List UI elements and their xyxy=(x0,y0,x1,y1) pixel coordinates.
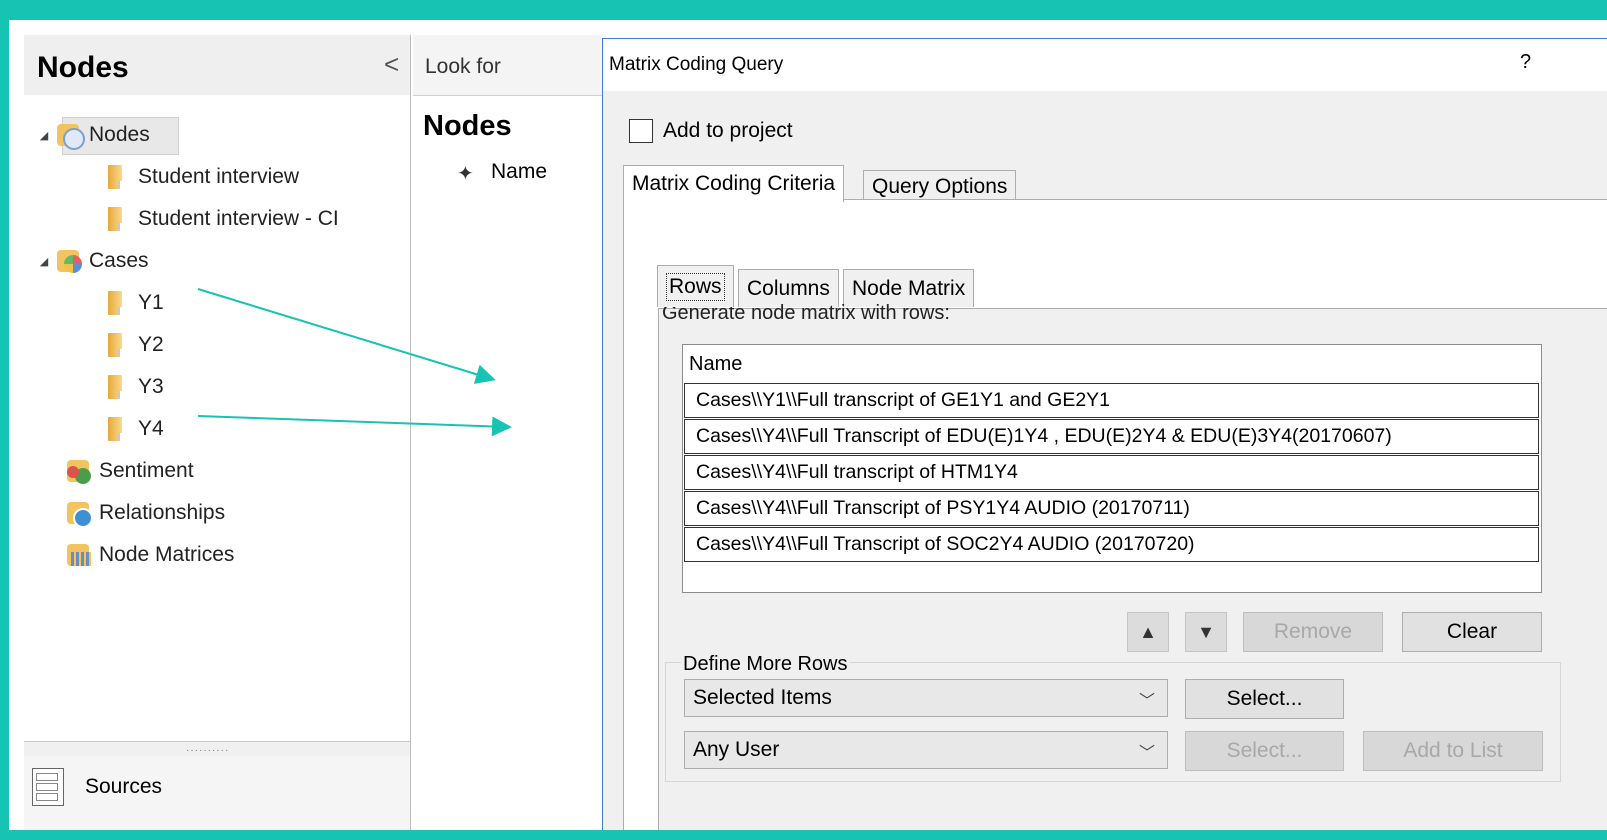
nav-title: Nodes xyxy=(37,51,129,84)
tree-item-y3[interactable]: Y3 xyxy=(108,369,164,405)
tree-item-cases[interactable]: ◢ Cases xyxy=(37,243,149,279)
look-for-bar[interactable]: Look for xyxy=(413,35,603,96)
move-up-button[interactable]: ▲ xyxy=(1127,612,1169,652)
screenshot-frame: Nodes < ◢ Nodes Student interview Studen… xyxy=(9,20,1607,830)
tree-item-label: Y4 xyxy=(138,417,164,440)
tree-item-y2[interactable]: Y2 xyxy=(108,327,164,363)
node-matrices-icon xyxy=(67,544,91,566)
list-item[interactable]: Cases\\Y4\\Full Transcript of PSY1Y4 AUD… xyxy=(684,491,1539,526)
relationships-icon xyxy=(67,502,93,528)
items-combobox[interactable]: Selected Items ﹀ xyxy=(684,679,1168,717)
tree-item-label: Student interview - CI xyxy=(138,207,339,230)
tree-item-label: Student interview xyxy=(138,165,300,188)
tree-item-node-matrices[interactable]: Node Matrices xyxy=(67,537,234,573)
tab-matrix-coding-criteria[interactable]: Matrix Coding Criteria xyxy=(623,165,845,202)
checkbox-box[interactable] xyxy=(629,119,653,143)
list-header-name[interactable]: Name xyxy=(689,353,742,376)
dialog-titlebar: Matrix Coding Query ? xyxy=(603,39,1607,91)
tree-item-relationships[interactable]: Relationships xyxy=(67,495,225,531)
tree-item-label: Cases xyxy=(89,249,149,272)
tree-item-label: Y2 xyxy=(138,333,164,356)
tab-label: Rows xyxy=(666,272,725,301)
define-more-rows-label: Define More Rows xyxy=(681,653,850,676)
dialog-title: Matrix Coding Query xyxy=(609,54,784,75)
tree-item-label: Y1 xyxy=(138,291,164,314)
chevron-down-icon: ﹀ xyxy=(1138,693,1155,710)
column-label: Name xyxy=(491,160,548,183)
tree-item-student-interview[interactable]: Student interview xyxy=(108,159,299,195)
tree-item-label: Relationships xyxy=(99,501,226,524)
name-column-header[interactable]: ✦ Name xyxy=(457,160,548,185)
list-item[interactable]: Cases\\Y4\\Full Transcript of SOC2Y4 AUD… xyxy=(684,527,1539,562)
sparkle-icon: ✦ xyxy=(457,163,474,185)
cases-icon xyxy=(57,250,82,273)
folder-icon xyxy=(108,165,126,189)
list-view-title: Nodes xyxy=(423,110,512,142)
splitter-grip-icon: ·········· xyxy=(186,745,230,756)
add-to-list-button[interactable]: Add to List xyxy=(1363,731,1543,771)
tab-query-options[interactable]: Query Options xyxy=(863,170,1017,202)
arrow-down-icon: ▼ xyxy=(1197,621,1215,642)
select-button[interactable]: Select... xyxy=(1185,679,1344,719)
move-down-button[interactable]: ▼ xyxy=(1185,612,1227,652)
expand-arrow-icon[interactable]: ◢ xyxy=(37,129,51,142)
sentiment-icon xyxy=(67,460,91,484)
chevron-down-icon: ﹀ xyxy=(1138,745,1155,762)
sources-cabinet-icon xyxy=(32,768,64,806)
add-to-project-checkbox[interactable]: Add to project xyxy=(629,119,793,143)
tree-item-label: Node Matrices xyxy=(99,543,235,566)
nav-header: Nodes < xyxy=(24,35,410,95)
folder-icon xyxy=(108,375,126,399)
clear-button[interactable]: Clear xyxy=(1402,612,1542,652)
tab-label: Node Matrix xyxy=(852,276,966,300)
tree-item-label: Nodes xyxy=(89,123,150,146)
tree-item-student-interview-ci[interactable]: Student interview - CI xyxy=(108,201,339,237)
tree-item-label: Y3 xyxy=(138,375,164,398)
folder-icon xyxy=(108,417,126,441)
subtab-rows[interactable]: Rows xyxy=(657,265,734,307)
rows-list[interactable]: Name Cases\\Y1\\Full transcript of GE1Y1… xyxy=(682,344,1542,593)
collapse-pane-icon[interactable]: < xyxy=(384,49,399,80)
sources-section[interactable]: Sources xyxy=(24,756,410,830)
tree-item-y4[interactable]: Y4 xyxy=(108,411,164,447)
combobox-value: Any User xyxy=(693,738,780,761)
select-user-button[interactable]: Select... xyxy=(1185,731,1344,771)
help-icon[interactable]: ? xyxy=(1520,51,1531,74)
sources-label: Sources xyxy=(85,775,163,798)
tab-label: Matrix Coding Criteria xyxy=(632,172,836,195)
combobox-value: Selected Items xyxy=(693,686,832,709)
arrow-up-icon: ▲ xyxy=(1139,621,1157,642)
matrix-coding-query-dialog: Matrix Coding Query ? Add to project Mat… xyxy=(602,38,1607,830)
list-item[interactable]: Cases\\Y1\\Full transcript of GE1Y1 and … xyxy=(684,383,1539,418)
tree-item-label: Sentiment xyxy=(99,459,194,482)
list-view-pane: Look for Nodes ✦ Name xyxy=(413,35,603,830)
look-for-label: Look for xyxy=(425,55,501,78)
navigation-pane: Nodes < ◢ Nodes Student interview Studen… xyxy=(24,35,411,830)
folder-icon xyxy=(108,207,126,231)
folder-icon xyxy=(108,291,126,315)
user-combobox[interactable]: Any User ﹀ xyxy=(684,731,1168,769)
tree-item-y1[interactable]: Y1 xyxy=(108,285,164,321)
tree-item-sentiment[interactable]: Sentiment xyxy=(67,453,194,489)
list-item[interactable]: Cases\\Y4\\Full Transcript of EDU(E)1Y4 … xyxy=(684,419,1539,454)
tab-label: Query Options xyxy=(872,174,1008,198)
pane-splitter[interactable]: ·········· xyxy=(24,741,410,757)
remove-button[interactable]: Remove xyxy=(1243,612,1383,652)
list-item[interactable]: Cases\\Y4\\Full transcript of HTM1Y4 xyxy=(684,455,1539,490)
tab-label: Columns xyxy=(747,276,830,300)
nodes-icon xyxy=(57,124,85,150)
tree-item-nodes[interactable]: ◢ Nodes xyxy=(37,117,150,153)
expand-arrow-icon[interactable]: ◢ xyxy=(37,255,51,268)
checkbox-label: Add to project xyxy=(663,119,793,142)
folder-icon xyxy=(108,333,126,357)
